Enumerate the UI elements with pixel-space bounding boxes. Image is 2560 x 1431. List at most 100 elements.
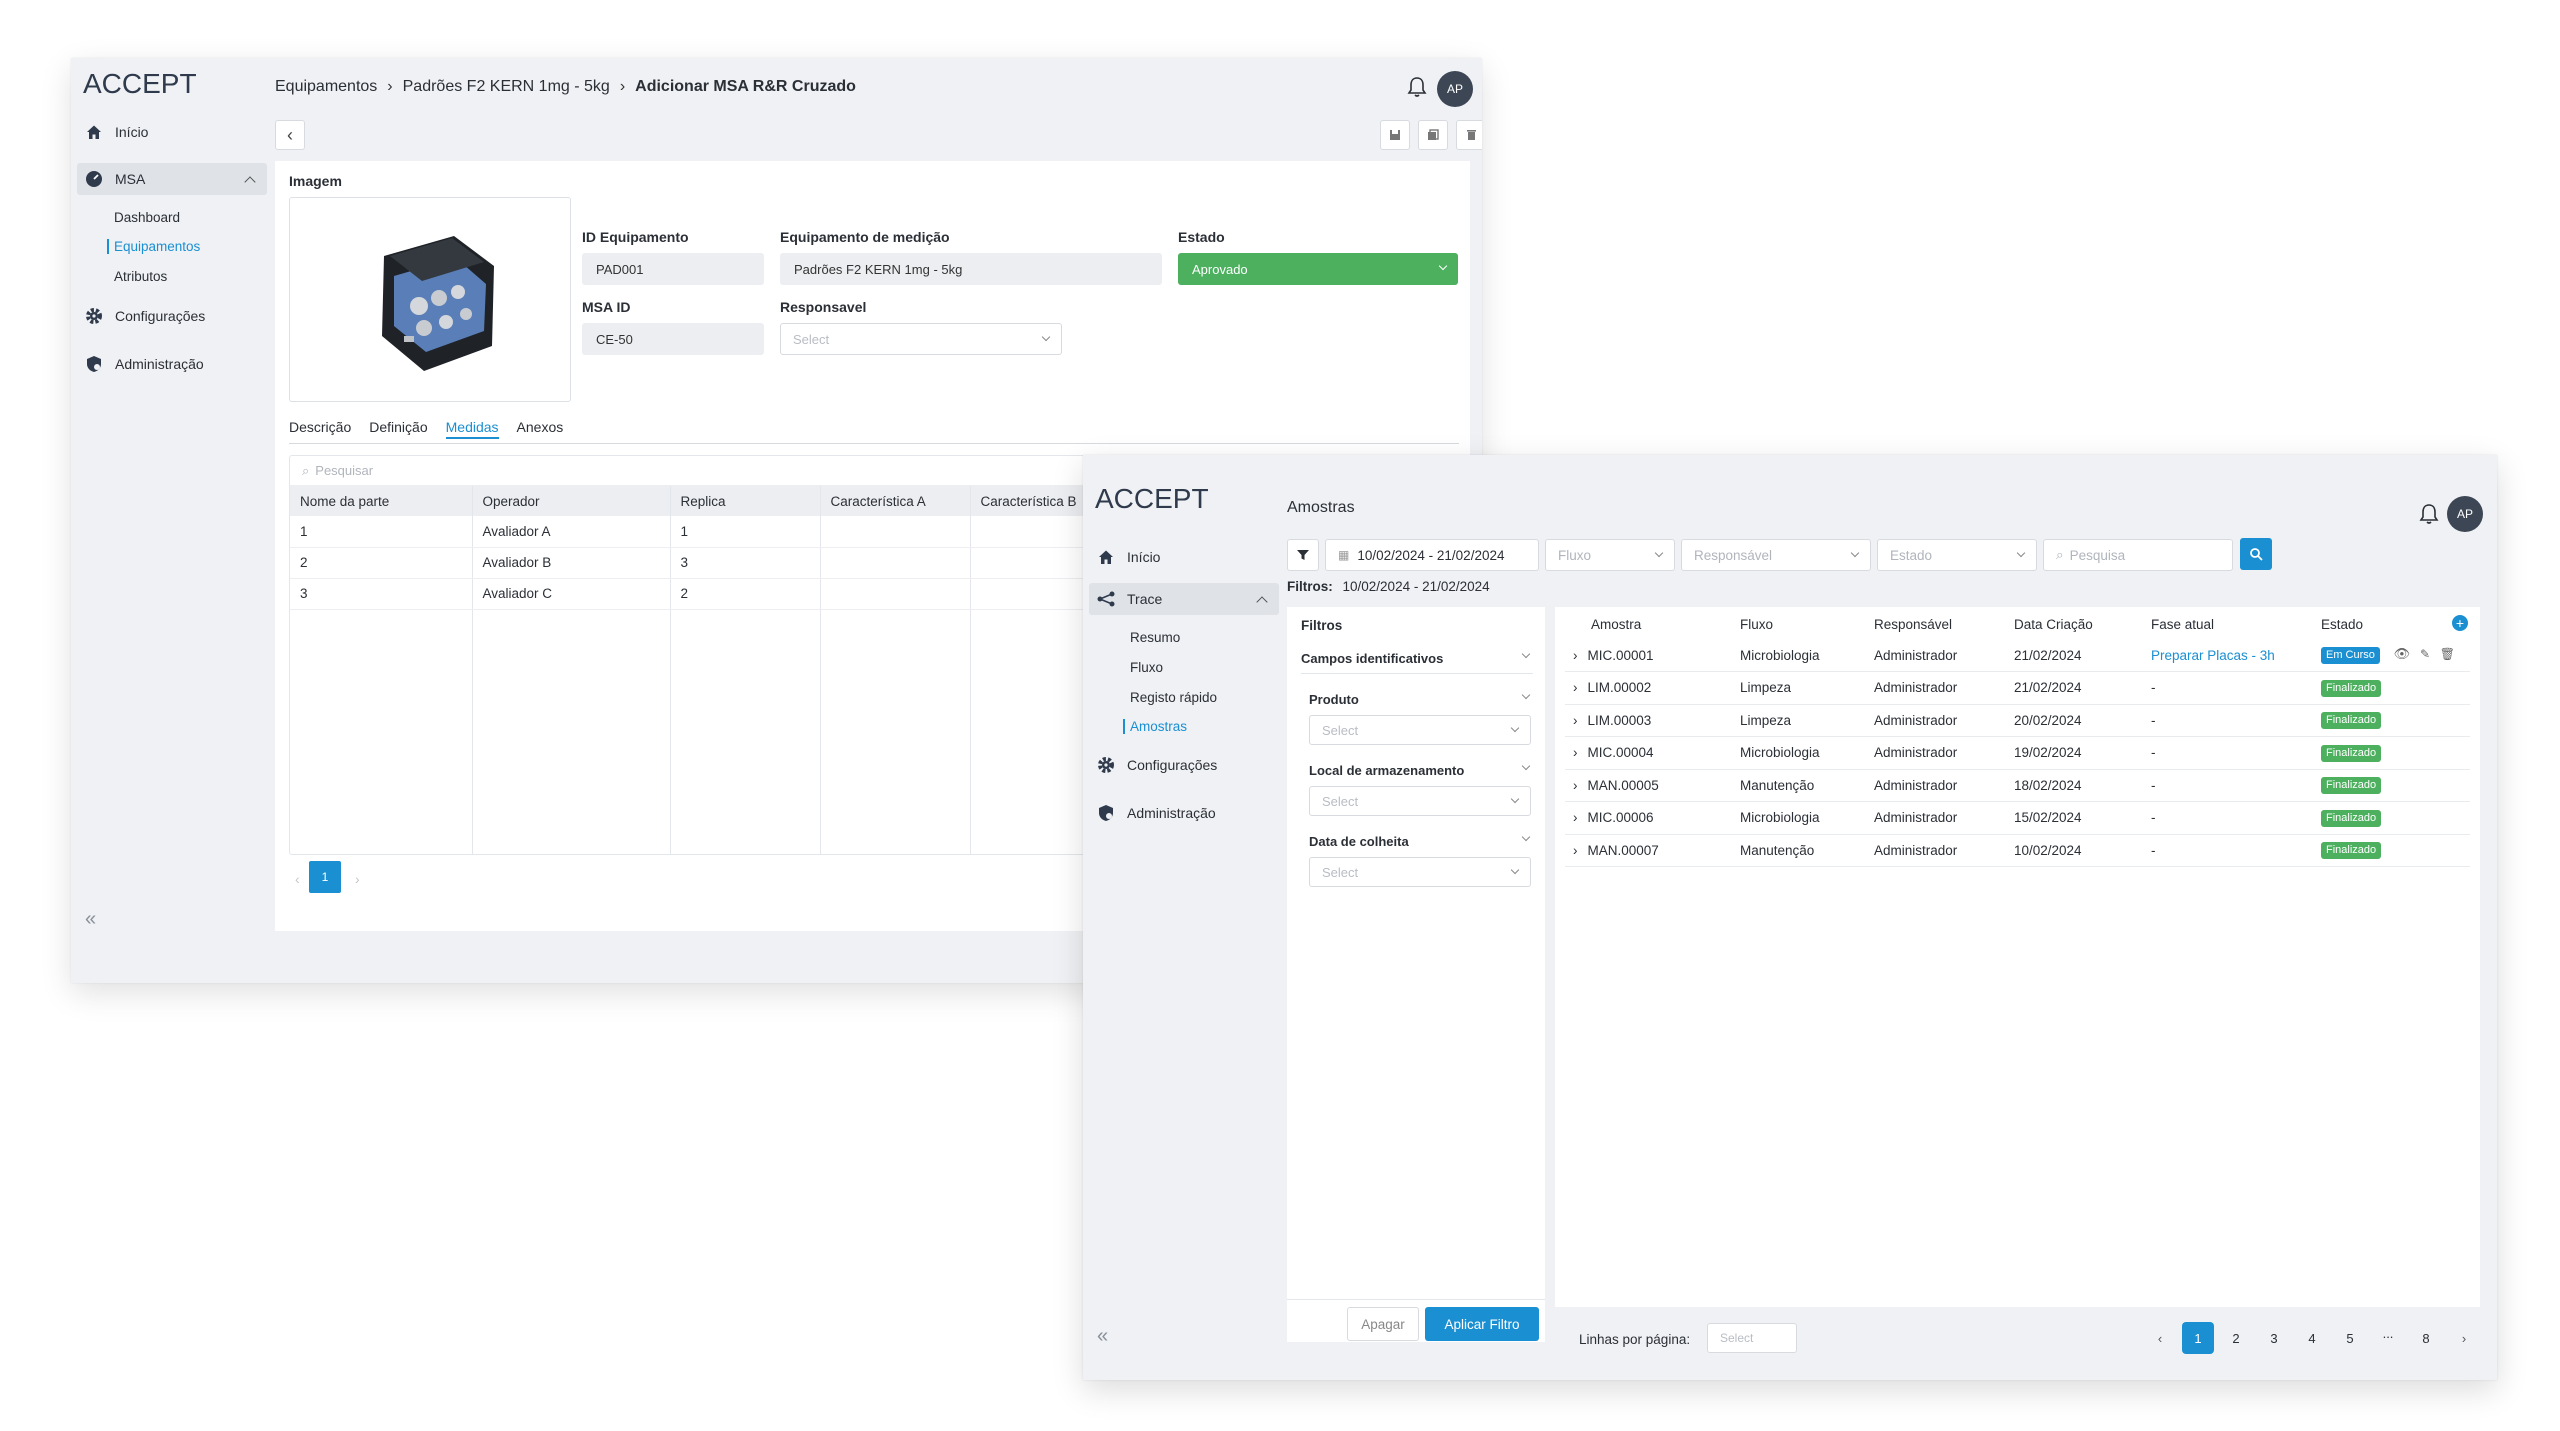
expand-row-icon[interactable]: › (1573, 778, 1578, 793)
apply-filter-button[interactable]: Aplicar Filtro (1425, 1307, 1539, 1341)
chevron-down-icon[interactable] (1521, 832, 1531, 842)
next-page-icon[interactable]: › (355, 871, 360, 887)
page-3-button[interactable]: 3 (2258, 1322, 2290, 1354)
edit-icon[interactable]: ✎ (2420, 647, 2430, 661)
equipment-image[interactable] (289, 197, 571, 402)
estado-select[interactable]: Estado (1877, 539, 2037, 571)
sidebar-item-configuracoes[interactable]: Configurações (85, 300, 255, 332)
page-1-button[interactable]: 1 (309, 861, 341, 893)
breadcrumb-equipamentos[interactable]: Equipamentos (275, 78, 377, 96)
col-data-criacao[interactable]: Data Criação (2014, 609, 2151, 639)
search-input[interactable]: ⌕ Pesquisa (2043, 539, 2233, 571)
col-estado[interactable]: Estado + (2321, 609, 2470, 639)
bell-icon[interactable] (1407, 76, 1427, 98)
cell[interactable] (820, 547, 971, 579)
campos-identificativos-toggle[interactable]: Campos identificativos (1301, 651, 1443, 666)
collapse-icon[interactable]: « (1097, 1325, 1108, 1348)
avatar[interactable]: AP (1437, 71, 1473, 107)
col-replica[interactable]: Replica (670, 486, 821, 516)
clear-filters-button[interactable]: Apagar (1347, 1307, 1419, 1341)
table-row[interactable]: › MIC.00006 Microbiologia Administrador 1… (1565, 801, 2470, 835)
col-caracteristica-a[interactable]: Característica A (820, 486, 971, 516)
cell[interactable] (820, 578, 971, 610)
col-responsavel[interactable]: Responsável (1874, 609, 2014, 639)
copy-button[interactable] (1418, 120, 1448, 150)
page-5-button[interactable]: 5 (2334, 1322, 2366, 1354)
tab-descricao[interactable]: Descrição (289, 419, 351, 439)
col-fluxo[interactable]: Fluxo (1740, 609, 1874, 639)
accept-logo[interactable]: ACCEPT (1095, 483, 1209, 515)
next-page-icon[interactable]: › (2448, 1322, 2480, 1354)
expand-row-icon[interactable]: › (1573, 680, 1578, 695)
col-fase-atual[interactable]: Fase atual (2151, 609, 2321, 639)
produto-select[interactable]: Select (1309, 715, 1531, 745)
expand-row-icon[interactable]: › (1573, 810, 1578, 825)
rows-per-page-select[interactable]: Select (1707, 1323, 1797, 1353)
tab-definicao[interactable]: Definição (369, 419, 427, 439)
estado-select[interactable]: Aprovado (1178, 253, 1458, 285)
page-2-button[interactable]: 2 (2220, 1322, 2252, 1354)
sidebar-item-inicio[interactable]: Início (85, 116, 255, 148)
equipamento-medicao-field[interactable]: Padrões F2 KERN 1mg - 5kg (780, 253, 1162, 285)
sidebar-item-administracao[interactable]: Administração (85, 348, 255, 380)
sidebar-subitem-fluxo[interactable]: Fluxo (1130, 660, 1163, 675)
table-row[interactable]: › MIC.00004 Microbiologia Administrador 1… (1565, 736, 2470, 770)
accept-logo[interactable]: ACCEPT (83, 68, 197, 100)
prev-page-icon[interactable]: ‹ (295, 871, 300, 887)
filter-toggle-button[interactable] (1287, 539, 1319, 571)
page-8-button[interactable]: 8 (2410, 1322, 2442, 1354)
delete-button[interactable] (1456, 120, 1482, 150)
msa-id-field[interactable]: CE-50 (582, 323, 764, 355)
expand-row-icon[interactable]: › (1573, 843, 1578, 858)
tab-anexos[interactable]: Anexos (517, 419, 564, 439)
table-row[interactable]: › MIC.00001 Microbiologia Administrador 2… (1565, 639, 2470, 672)
sidebar-subitem-resumo[interactable]: Resumo (1130, 630, 1180, 645)
back-button[interactable]: ‹ (275, 120, 305, 150)
sidebar-subitem-registo-rapido[interactable]: Registo rápido (1130, 690, 1217, 705)
expand-row-icon[interactable]: › (1573, 648, 1578, 663)
add-sample-icon[interactable]: + (2452, 615, 2468, 631)
local-select[interactable]: Select (1309, 786, 1531, 816)
expand-row-icon[interactable]: › (1573, 745, 1578, 760)
view-icon[interactable]: 👁 (2394, 646, 2411, 661)
sidebar-subitem-amostras[interactable]: Amostras (1123, 719, 1187, 734)
cell[interactable] (820, 516, 971, 548)
table-row[interactable]: › LIM.00003 Limpeza Administrador 20/02/2… (1565, 704, 2470, 737)
expand-row-icon[interactable]: › (1573, 713, 1578, 728)
page-1-button[interactable]: 1 (2182, 1322, 2214, 1354)
table-row[interactable]: › MAN.00007 Manutenção Administrador 10/0… (1565, 834, 2470, 867)
collapse-icon[interactable]: « (85, 908, 96, 931)
col-operador[interactable]: Operador (472, 486, 671, 516)
col-amostra[interactable]: Amostra (1565, 609, 1740, 639)
fluxo-select[interactable]: Fluxo (1545, 539, 1675, 571)
search-button[interactable] (2240, 538, 2272, 570)
delete-icon[interactable]: 🗑 (2440, 647, 2455, 661)
sidebar-subitem-equipamentos[interactable]: Equipamentos (107, 239, 200, 254)
chevron-down-icon[interactable] (1521, 761, 1531, 771)
sidebar-subitem-atributos[interactable]: Atributos (114, 269, 167, 284)
table-row[interactable]: › LIM.00002 Limpeza Administrador 21/02/2… (1565, 671, 2470, 705)
sidebar-item-administracao[interactable]: Administração (1097, 797, 1267, 829)
cell-fase-link[interactable]: Preparar Placas - 3h (2151, 639, 2321, 672)
chevron-down-icon[interactable] (1521, 649, 1531, 659)
id-equipamento-field[interactable]: PAD001 (582, 253, 764, 285)
sidebar-item-inicio[interactable]: Início (1097, 541, 1267, 573)
tab-medidas[interactable]: Medidas (445, 419, 499, 439)
bell-icon[interactable] (2419, 503, 2439, 525)
sidebar-item-configuracoes[interactable]: Configurações (1097, 749, 1267, 781)
sidebar-subitem-dashboard[interactable]: Dashboard (114, 210, 180, 225)
responsavel-select[interactable]: Select (780, 323, 1062, 355)
breadcrumb-equipment[interactable]: Padrões F2 KERN 1mg - 5kg (403, 78, 610, 96)
responsavel-select[interactable]: Responsável (1681, 539, 1871, 571)
sidebar-item-trace[interactable]: Trace (1089, 583, 1279, 615)
table-row[interactable]: › MAN.00005 Manutenção Administrador 18/0… (1565, 769, 2470, 802)
page-4-button[interactable]: 4 (2296, 1322, 2328, 1354)
avatar[interactable]: AP (2447, 496, 2483, 532)
col-nome-parte[interactable]: Nome da parte (290, 486, 473, 516)
data-colheita-select[interactable]: Select (1309, 857, 1531, 887)
save-button[interactable] (1380, 120, 1410, 150)
prev-page-icon[interactable]: ‹ (2144, 1322, 2176, 1354)
date-range-picker[interactable]: ▦ 10/02/2024 - 21/02/2024 (1325, 539, 1539, 571)
chevron-down-icon[interactable] (1521, 690, 1531, 700)
sidebar-item-msa[interactable]: MSA (77, 163, 267, 195)
